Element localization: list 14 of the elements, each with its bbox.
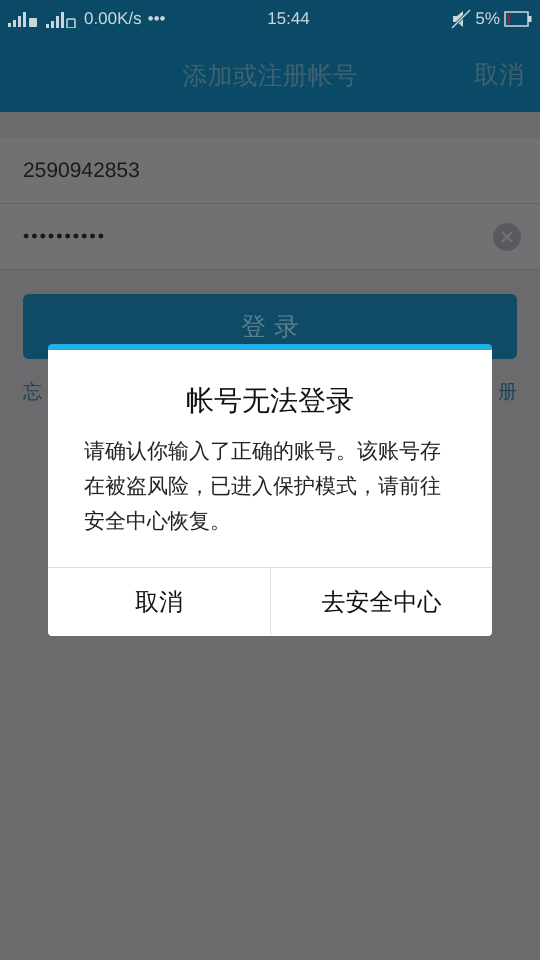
link[interactable]: 忘 [23, 379, 42, 405]
dialog-title: 帐号无法登录 [185, 383, 355, 419]
mute-icon [451, 9, 472, 29]
dialog-button[interactable]: 去安全中心 [270, 568, 492, 636]
password-field[interactable]: •••••••••• [0, 204, 540, 270]
clock: 15:44 [267, 9, 310, 29]
network-speed: 0.00K/s [84, 9, 142, 29]
account-field[interactable]: 2590942853 [0, 138, 540, 204]
battery-icon [504, 11, 532, 27]
dialog-message: 请确认你输入了正确的账号。该账号存在被盗风险，已进入保护模式，请前往安全中心恢复。 [83, 438, 442, 535]
more-indicator: ••• [148, 9, 166, 29]
clear-icon[interactable] [492, 222, 522, 252]
link[interactable]: 册 [498, 379, 517, 405]
battery-percent: 5% [475, 9, 500, 29]
